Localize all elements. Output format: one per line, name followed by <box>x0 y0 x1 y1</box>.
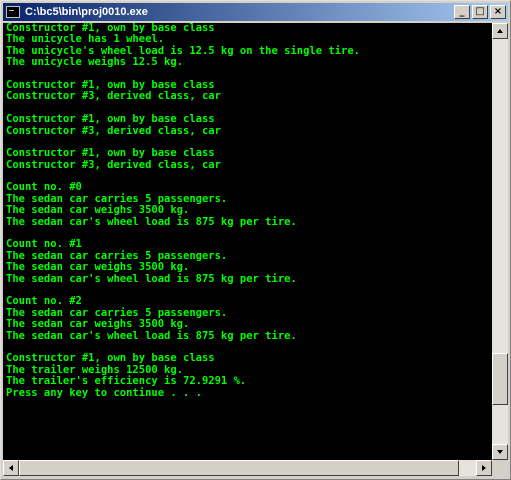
vertical-scrollbar[interactable] <box>492 23 508 460</box>
console-line: Constructor #1, own by base class <box>6 147 215 160</box>
window-controls: _ □ × <box>454 5 506 19</box>
console-line: The sedan car's wheel load is 875 kg per… <box>6 215 297 228</box>
minimize-button[interactable]: _ <box>454 5 470 19</box>
title-bar[interactable]: C:\bc5\bin\proj0010.exe _ □ × <box>3 3 508 21</box>
console-line: The sedan car's wheel load is 875 kg per… <box>6 329 297 342</box>
arrow-up-icon <box>497 29 503 33</box>
arrow-down-icon <box>497 450 503 454</box>
console-line: Constructor #3, derived class, car <box>6 158 221 171</box>
console-line: The sedan car weighs 3500 kg. <box>6 261 190 274</box>
horizontal-scrollbar[interactable] <box>3 460 492 476</box>
console-app-icon[interactable] <box>6 6 20 18</box>
close-button[interactable]: × <box>490 5 506 19</box>
scrollbar-corner <box>492 460 508 476</box>
console-line: Constructor #3, derived class, car <box>6 90 221 103</box>
arrow-right-icon <box>482 465 486 471</box>
maximize-icon: □ <box>475 6 485 17</box>
scroll-up-button[interactable] <box>492 23 508 39</box>
scroll-left-button[interactable] <box>3 460 19 476</box>
console-output[interactable]: Constructor #1, own by base class The uni… <box>3 23 492 460</box>
console-line: Press any key to continue . . . <box>6 386 202 399</box>
vertical-scroll-thumb[interactable] <box>492 353 508 405</box>
console-line: The sedan car weighs 3500 kg. <box>6 318 190 331</box>
scroll-right-button[interactable] <box>476 460 492 476</box>
console-line: Constructor #1, own by base class <box>6 113 215 126</box>
console-line: The sedan car weighs 3500 kg. <box>6 204 190 217</box>
horizontal-scroll-thumb[interactable] <box>19 460 459 476</box>
maximize-button[interactable]: □ <box>472 5 488 19</box>
scroll-down-button[interactable] <box>492 444 508 460</box>
arrow-left-icon <box>9 465 13 471</box>
console-window: C:\bc5\bin\proj0010.exe _ □ × Constructo… <box>0 0 511 480</box>
console-line: The trailer's efficiency is 72.9291 %. <box>6 375 247 388</box>
window-title: C:\bc5\bin\proj0010.exe <box>25 6 148 18</box>
minimize-icon: _ <box>459 6 465 17</box>
console-line: Constructor #1, own by base class <box>6 352 215 365</box>
close-icon: × <box>493 6 503 17</box>
console-line: The unicycle weighs 12.5 kg. <box>6 56 184 69</box>
console-line: The sedan car's wheel load is 875 kg per… <box>6 272 297 285</box>
console-line: Constructor #3, derived class, car <box>6 124 221 137</box>
